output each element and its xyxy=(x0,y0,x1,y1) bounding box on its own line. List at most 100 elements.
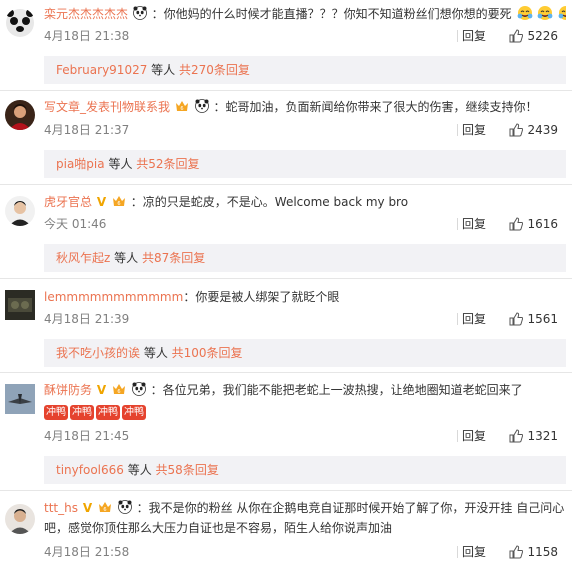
fire-emoji-icon: 冲鸭 xyxy=(96,405,120,420)
vip-crown-icon: 6 xyxy=(175,101,188,112)
panda-icon xyxy=(131,382,146,396)
sub-replies[interactable]: pia啪pia 等人 共52条回复 xyxy=(44,150,566,178)
avatar[interactable] xyxy=(5,8,35,38)
thumb-up-icon xyxy=(509,217,524,231)
comment-text: ：各位兄弟，我们能不能把老蛇上一波热搜，让绝地圈知道老蛇回来了 xyxy=(150,383,523,397)
username[interactable]: 虎牙官总 xyxy=(44,195,92,209)
sub-reply-user[interactable]: tinyfool666 xyxy=(56,463,124,477)
fire-emoji-icon: 冲鸭 xyxy=(44,405,68,420)
sub-reply-count[interactable]: 共52条回复 xyxy=(136,157,199,171)
comment-meta: 4月18日 21:58 回复 1158 xyxy=(44,542,566,562)
separator xyxy=(457,313,458,325)
comment-line: 虎牙官总 V 6 ：凉的只是蛇皮，不是心。Welcome back my bro xyxy=(44,192,566,212)
avatar[interactable] xyxy=(5,290,35,320)
reply-button[interactable]: 回复 xyxy=(462,542,486,562)
fire-emoji-icon: 冲鸭 xyxy=(70,405,94,420)
like-count: 2439 xyxy=(527,123,558,137)
laughing-emoji-icon xyxy=(517,6,532,20)
divider xyxy=(0,490,572,491)
panda-icon xyxy=(117,500,132,514)
avatar[interactable] xyxy=(5,504,35,534)
separator xyxy=(457,218,458,230)
sub-replies[interactable]: tinyfool666 等人 共58条回复 xyxy=(44,456,566,484)
thumb-up-icon xyxy=(509,123,524,137)
sub-replies[interactable]: 我不吃小孩的诶 等人 共100条回复 xyxy=(44,339,566,367)
like-button[interactable]: 1158 xyxy=(509,542,558,562)
vip-crown-icon: 6 xyxy=(112,384,125,395)
svg-text:6: 6 xyxy=(117,201,120,207)
reply-button[interactable]: 回复 xyxy=(462,214,486,234)
sub-reply-count[interactable]: 共58条回复 xyxy=(156,463,219,477)
laughing-emoji-icon xyxy=(537,6,553,20)
separator xyxy=(457,546,458,558)
timestamp: 4月18日 21:45 xyxy=(44,429,130,443)
like-count: 1321 xyxy=(527,429,558,443)
timestamp: 4月18日 21:39 xyxy=(44,312,130,326)
username[interactable]: 写文章_发表刊物联系我 xyxy=(44,100,170,114)
sub-reply-count[interactable]: 共100条回复 xyxy=(172,346,243,360)
sub-reply-user[interactable]: 秋风乍起z xyxy=(56,251,110,265)
like-count: 1616 xyxy=(527,217,558,231)
sub-replies[interactable]: February91027 等人 共270条回复 xyxy=(44,56,566,84)
like-button[interactable]: 2439 xyxy=(509,120,558,140)
svg-text:6: 6 xyxy=(180,106,183,112)
comment-line: 酥饼防务 V 6 ：各位兄弟，我们能不能把老蛇上一波热搜，让绝地圈知道老蛇回来了 xyxy=(44,380,566,400)
verified-v-icon: V xyxy=(96,383,107,397)
thumb-up-icon xyxy=(509,29,524,43)
like-button[interactable]: 1561 xyxy=(509,309,558,329)
fire-emoji-icon: 冲鸭 xyxy=(122,405,146,420)
avatar[interactable] xyxy=(5,384,35,414)
avatar[interactable] xyxy=(5,196,35,226)
thumb-up-icon xyxy=(509,545,524,559)
reply-button[interactable]: 回复 xyxy=(462,426,486,446)
sub-reply-count[interactable]: 共270条回复 xyxy=(179,63,250,77)
username[interactable]: 酥饼防务 xyxy=(44,383,92,397)
comment-text: ：你要是被人绑架了就眨个眼 xyxy=(183,290,340,304)
reply-button[interactable]: 回复 xyxy=(462,120,486,140)
comment-meta: 4月18日 21:39 回复 1561 xyxy=(44,309,566,329)
comment-meta: 今天 01:46 回复 1616 xyxy=(44,214,566,234)
separator xyxy=(457,430,458,442)
sub-replies[interactable]: 秋风乍起z 等人 共87条回复 xyxy=(44,244,566,272)
panda-icon xyxy=(132,6,147,20)
reply-button[interactable]: 回复 xyxy=(462,309,486,329)
timestamp: 今天 01:46 xyxy=(44,217,107,231)
divider xyxy=(0,184,572,185)
sub-reply-user[interactable]: February91027 xyxy=(56,63,147,77)
reply-button[interactable]: 回复 xyxy=(462,26,486,46)
comment-line: 写文章_发表刊物联系我 6 ：蛇哥加油，负面新闻给你带来了很大的伤害，继续支持你… xyxy=(44,97,566,117)
thumb-up-icon xyxy=(509,429,524,443)
comment-meta: 4月18日 21:38 回复 5226 xyxy=(44,26,566,46)
sub-reply-mid: 等人 xyxy=(104,157,137,171)
comment-text: ：你他妈的什么时候才能直播？？？你知不知道粉丝们想你想的要死 xyxy=(151,7,512,21)
like-button[interactable]: 1321 xyxy=(509,426,558,446)
timestamp: 4月18日 21:38 xyxy=(44,29,130,43)
like-button[interactable]: 5226 xyxy=(509,26,558,46)
timestamp: 4月18日 21:58 xyxy=(44,545,130,559)
like-count: 5226 xyxy=(527,29,558,43)
thumb-up-icon xyxy=(509,312,524,326)
laughing-emoji-icon xyxy=(558,6,566,20)
username[interactable]: 栾元杰杰杰杰杰 xyxy=(44,7,128,21)
vip-crown-icon: 6 xyxy=(112,196,125,207)
comment-text: ：凉的只是蛇皮，不是心。Welcome back my bro xyxy=(130,195,409,209)
like-count: 1561 xyxy=(527,312,558,326)
separator xyxy=(457,124,458,136)
username[interactable]: lemmmmmmmmmmm xyxy=(44,290,183,304)
like-count: 1158 xyxy=(527,545,558,559)
timestamp: 4月18日 21:37 xyxy=(44,123,130,137)
comment-line: 栾元杰杰杰杰杰 ：你他妈的什么时候才能直播？？？你知不知道粉丝们想你想的要死 xyxy=(44,4,566,24)
svg-text:6: 6 xyxy=(117,389,120,395)
like-button[interactable]: 1616 xyxy=(509,214,558,234)
username[interactable]: ttt_hs xyxy=(44,501,78,515)
separator xyxy=(457,30,458,42)
sub-reply-mid: 等人 xyxy=(147,63,179,77)
sub-reply-mid: 等人 xyxy=(123,463,156,477)
verified-v-icon: V xyxy=(96,195,107,209)
sub-reply-user[interactable]: 我不吃小孩的诶 xyxy=(56,346,140,360)
divider xyxy=(0,278,572,279)
sub-reply-user[interactable]: pia啪pia xyxy=(56,157,105,171)
avatar[interactable] xyxy=(5,100,35,130)
sub-reply-mid: 等人 xyxy=(110,251,142,265)
sub-reply-count[interactable]: 共87条回复 xyxy=(142,251,205,265)
